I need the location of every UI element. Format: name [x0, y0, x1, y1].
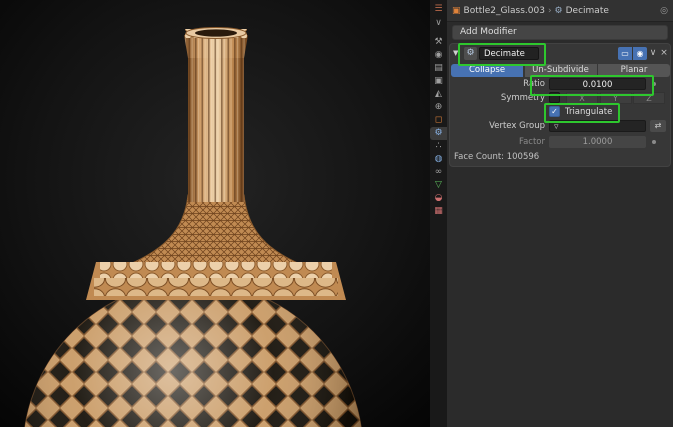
tab-output[interactable]: ▤ — [430, 62, 447, 75]
ratio-label: Ratio — [523, 79, 545, 89]
triangulate-label: Triangulate — [565, 107, 613, 117]
tab-material[interactable]: ◒ — [430, 192, 447, 205]
tab-list: ⚒ ◉ ▤ ▣ ◭ ⊕ ◻ ⚙ ∴ ◍ ∞ ▽ ◒ ▦ — [430, 36, 447, 218]
mode-tab-collapse[interactable]: Collapse — [451, 64, 523, 77]
tab-texture[interactable]: ▦ — [430, 205, 447, 218]
face-count-text: Face Count: 100596 — [454, 152, 540, 162]
factor-label: Factor — [518, 137, 545, 147]
add-modifier-button[interactable]: Add Modifier — [452, 25, 668, 40]
display-realtime-toggle[interactable]: ▭ — [618, 47, 632, 60]
tab-modifiers[interactable]: ⚙ — [430, 127, 447, 140]
decimate-mode-tabs: Collapse Un-Subdivide Planar — [450, 64, 672, 77]
tab-particles[interactable]: ∴ — [430, 140, 447, 153]
modifier-wrench-icon: ⚙ — [554, 5, 563, 16]
tab-world[interactable]: ⊕ — [430, 101, 447, 114]
viewport-3d[interactable] — [0, 0, 430, 427]
mode-tab-un-subdivide[interactable]: Un-Subdivide — [524, 64, 597, 77]
vertex-group-icon: ▿ — [554, 122, 559, 132]
properties-tab-strip: ☰ ∨ ⚒ ◉ ▤ ▣ ◭ ⊕ ◻ ⚙ ∴ ◍ ∞ ▽ ◒ ▦ — [430, 0, 447, 427]
display-render-toggle[interactable]: ◉ — [633, 47, 647, 60]
symmetry-label: Symmetry — [500, 93, 545, 103]
mode-tab-planar[interactable]: Planar — [598, 64, 670, 77]
symmetry-axis-group: XYZ — [566, 92, 666, 104]
strip-options-icon[interactable]: ∨ — [430, 16, 447, 30]
vertex-group-invert-button[interactable]: ⇄ — [650, 120, 666, 132]
ratio-animate-dot[interactable] — [652, 82, 656, 86]
tab-render[interactable]: ◉ — [430, 49, 447, 62]
breadcrumb-object-name[interactable]: Bottle2_Glass.003 — [464, 6, 545, 16]
expand-arrow-icon[interactable]: ▼ — [453, 49, 458, 57]
breadcrumb: ▣ Bottle2_Glass.003 › ⚙ Decimate ◎ — [447, 0, 673, 22]
decimate-type-icon: ⚙ — [464, 47, 477, 60]
tab-physics[interactable]: ◍ — [430, 153, 447, 166]
tab-constraints[interactable]: ∞ — [430, 166, 447, 179]
factor-animate-dot[interactable] — [652, 140, 656, 144]
editor-type-icon[interactable]: ☰ — [430, 2, 447, 16]
tab-object[interactable]: ◻ — [430, 114, 447, 127]
symmetry-axis-y[interactable]: Y — [599, 92, 632, 104]
tab-view-layer[interactable]: ▣ — [430, 75, 447, 88]
triangulate-checkbox[interactable]: ✓ — [549, 106, 560, 117]
modifier-name-field[interactable]: Decimate — [479, 47, 539, 60]
vase-object[interactable] — [0, 0, 430, 427]
factor-slider[interactable]: 1.0000 — [549, 136, 646, 148]
vertex-group-field[interactable]: ▿ — [549, 120, 646, 132]
symmetry-checkbox[interactable] — [549, 92, 560, 103]
blender-window: ☰ ∨ ⚒ ◉ ▤ ▣ ◭ ⊕ ◻ ⚙ ∴ ◍ ∞ ▽ ◒ ▦ ▣ Bottle2_Glass.003 ›… — [0, 0, 673, 427]
vertex-group-label: Vertex Group — [489, 121, 545, 131]
ratio-field[interactable]: 0.0100 — [549, 78, 646, 90]
tab-scene[interactable]: ◭ — [430, 88, 447, 101]
pin-icon[interactable]: ◎ — [660, 6, 668, 16]
tab-object-data[interactable]: ▽ — [430, 179, 447, 192]
breadcrumb-modifier-name[interactable]: Decimate — [566, 6, 609, 16]
decimate-modifier-panel: ▼ ⚙ Decimate ▭ ◉ ∨ × Collapse Un-Subdivid… — [449, 43, 671, 167]
modifier-close-icon[interactable]: × — [658, 47, 670, 60]
symmetry-axis-z[interactable]: Z — [633, 92, 665, 104]
tab-tool[interactable]: ⚒ — [430, 36, 447, 49]
breadcrumb-separator: › — [547, 5, 552, 16]
object-mesh-icon: ▣ — [452, 5, 461, 16]
symmetry-axis-x[interactable]: X — [566, 92, 598, 104]
